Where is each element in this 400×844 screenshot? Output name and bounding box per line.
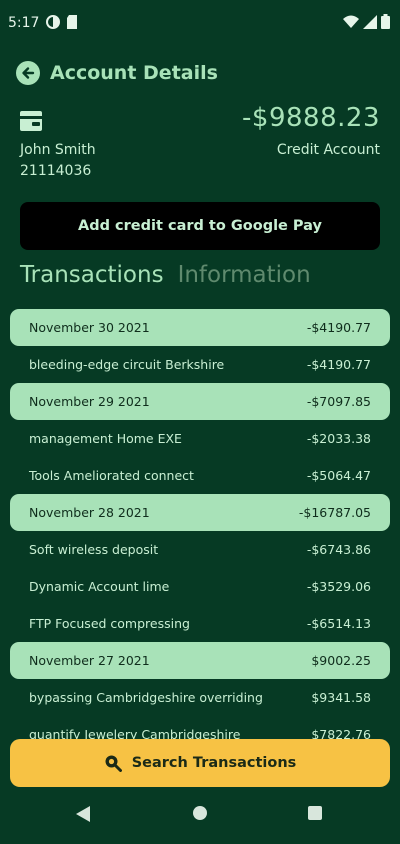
transaction-amount: -$2033.38 [306, 431, 371, 446]
battery-icon [381, 14, 390, 29]
add-to-google-pay-button[interactable]: Add credit card to Google Pay [20, 202, 380, 250]
system-icons [343, 14, 390, 29]
account-number: 21114036 [20, 163, 92, 179]
date-label: November 30 2021 [29, 320, 150, 335]
search-icon [105, 755, 122, 772]
tab-transactions[interactable]: Transactions [20, 262, 164, 288]
transaction-amount: -$4190.77 [306, 357, 371, 372]
transaction-row[interactable]: Tools Ameliorated connect -$5064.47 [10, 457, 390, 494]
app-header: Account Details [16, 58, 218, 88]
system-nav-bar [0, 792, 400, 844]
date-total: -$7097.85 [306, 394, 371, 409]
status-time: 5:17 [8, 15, 40, 31]
date-header-row: November 29 2021 -$7097.85 [10, 383, 390, 420]
date-total: -$4190.77 [306, 320, 371, 335]
transaction-row[interactable]: bypassing Cambridgeshire overriding $934… [10, 679, 390, 716]
account-type: Credit Account [276, 142, 380, 158]
transaction-description: FTP Focused compressing [29, 616, 190, 631]
page-title: Account Details [50, 62, 218, 84]
date-total: $9002.25 [311, 653, 371, 668]
nav-recents-icon[interactable] [308, 806, 322, 820]
transaction-amount: -$6514.13 [306, 616, 371, 631]
account-balance: -$9888.23 [242, 103, 380, 133]
date-label: November 28 2021 [29, 505, 150, 520]
transaction-row[interactable]: Dynamic Account lime -$3529.06 [10, 568, 390, 605]
signal-icon [363, 14, 377, 29]
search-transactions-button[interactable]: Search Transactions [10, 739, 390, 787]
date-header-row: November 28 2021 -$16787.05 [10, 494, 390, 531]
wallet-icon [20, 111, 42, 131]
data-saver-icon [46, 15, 60, 29]
transaction-row[interactable]: management Home EXE -$2033.38 [10, 420, 390, 457]
account-holder-name: John Smith [20, 142, 96, 158]
transaction-amount: -$3529.06 [306, 579, 371, 594]
transaction-row[interactable]: Soft wireless deposit -$6743.86 [10, 531, 390, 568]
search-transactions-label: Search Transactions [131, 755, 297, 771]
transaction-amount: -$6743.86 [306, 542, 371, 557]
transaction-description: bypassing Cambridgeshire overriding [29, 690, 263, 705]
date-header-row: November 27 2021 $9002.25 [10, 642, 390, 679]
sd-card-icon [67, 15, 77, 29]
transaction-description: management Home EXE [29, 431, 182, 446]
transaction-row[interactable]: bleeding-edge circuit Berkshire -$4190.7… [10, 346, 390, 383]
transactions-list: November 30 2021 -$4190.77 bleeding-edge… [10, 309, 390, 753]
transaction-amount: -$5064.47 [306, 468, 371, 483]
transaction-description: bleeding-edge circuit Berkshire [29, 357, 225, 372]
date-label: November 27 2021 [29, 653, 150, 668]
transaction-description: Tools Ameliorated connect [29, 468, 194, 483]
transaction-row[interactable]: FTP Focused compressing -$6514.13 [10, 605, 390, 642]
nav-home-icon[interactable] [193, 806, 207, 820]
date-total: -$16787.05 [298, 505, 371, 520]
transaction-description: Soft wireless deposit [29, 542, 159, 557]
nav-back-icon[interactable] [76, 806, 90, 822]
notification-icons [46, 15, 78, 29]
tab-bar: Transactions Information [20, 262, 311, 288]
tab-information[interactable]: Information [178, 262, 311, 288]
date-header-row: November 30 2021 -$4190.77 [10, 309, 390, 346]
transaction-description: Dynamic Account lime [29, 579, 170, 594]
add-to-google-pay-label: Add credit card to Google Pay [78, 218, 322, 234]
date-label: November 29 2021 [29, 394, 150, 409]
transaction-amount: $9341.58 [311, 690, 371, 705]
arrow-left-circle-icon [22, 67, 35, 79]
wifi-icon [343, 15, 359, 28]
status-bar: 5:17 [0, 0, 400, 48]
back-button[interactable] [16, 61, 40, 85]
